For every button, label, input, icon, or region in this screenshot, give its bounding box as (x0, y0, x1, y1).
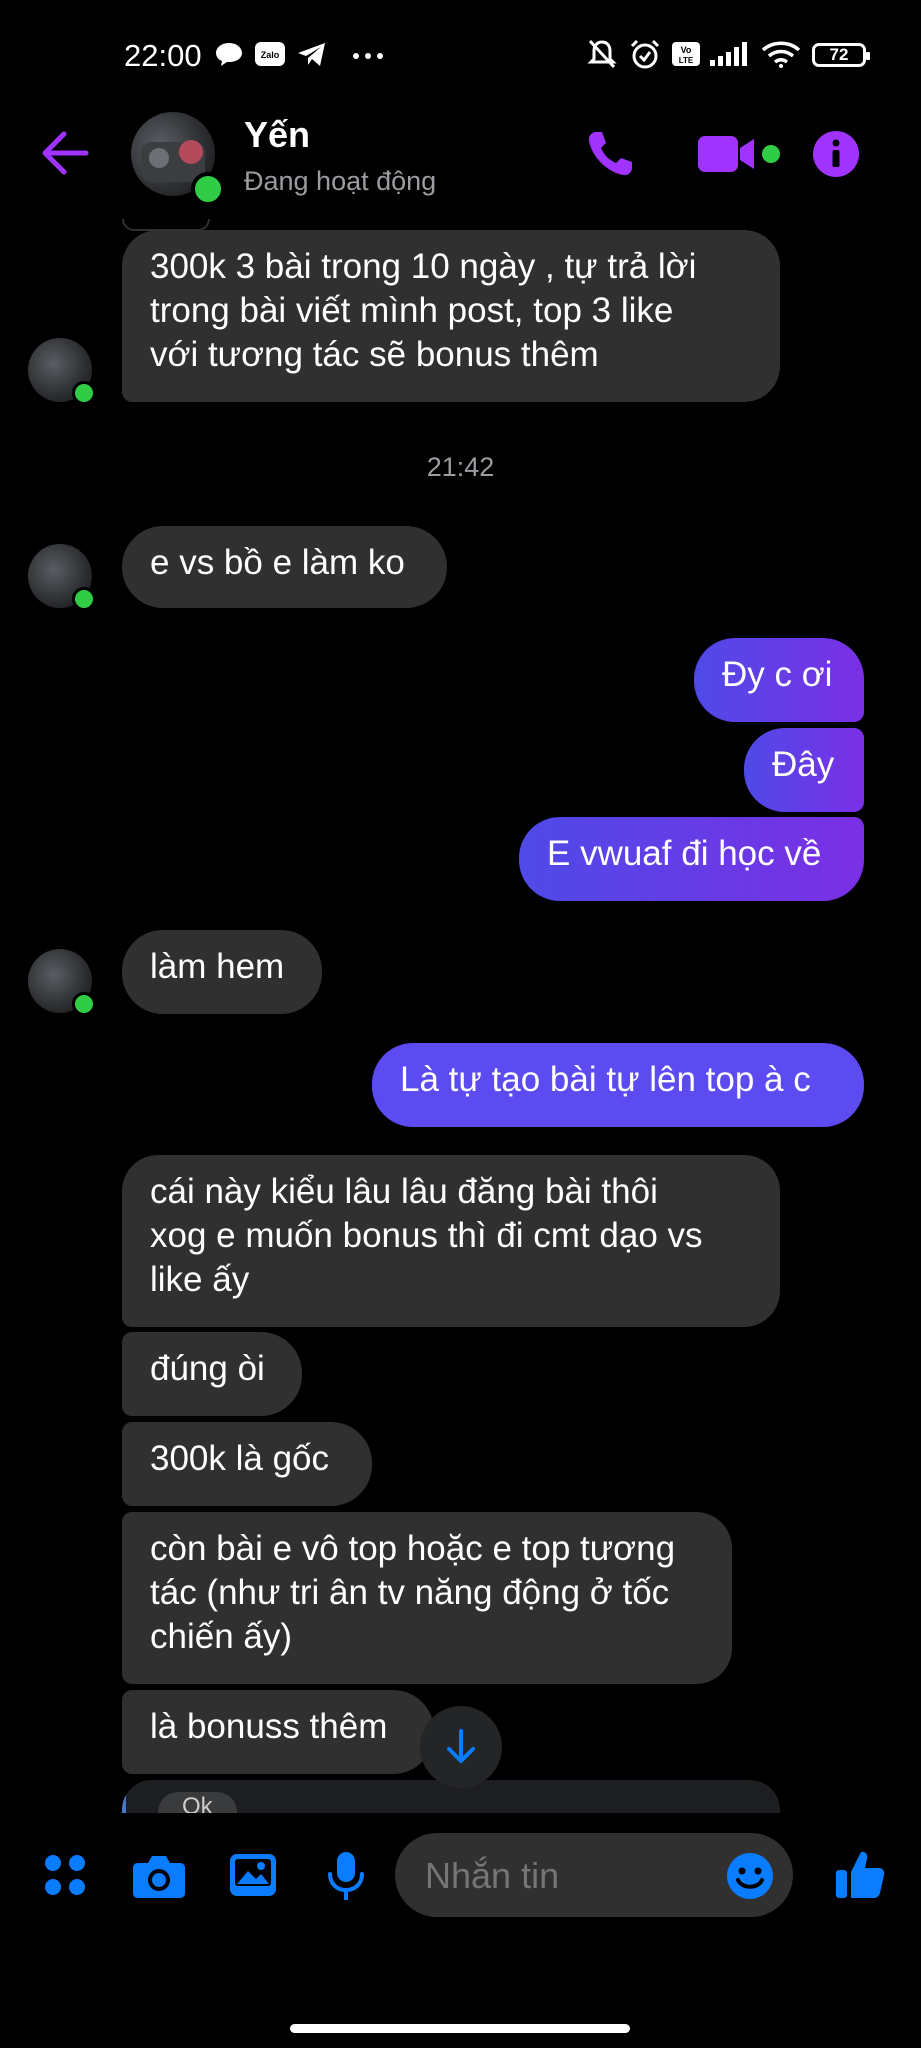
message-bubble-incoming[interactable]: 300k 3 bài trong 10 ngày , tự trả lời tr… (122, 230, 780, 402)
video-call-icon[interactable] (696, 132, 780, 176)
online-indicator (72, 992, 96, 1016)
message-bubble-outgoing[interactable]: E vwuaf đi học về (519, 817, 864, 901)
camera-icon[interactable] (132, 1853, 186, 1899)
message-bubble-outgoing[interactable]: Đây (744, 728, 864, 812)
message-bubble-outgoing[interactable]: Là tự tạo bài tự lên top à c (372, 1043, 864, 1127)
online-indicator (72, 587, 96, 611)
message-bubble-incoming[interactable]: làm hem (122, 930, 322, 1014)
message-input[interactable] (423, 1833, 727, 1919)
volte-icon: Vo LTE (672, 42, 700, 66)
contact-status: Đang hoạt động (244, 166, 437, 196)
arrow-down-icon (447, 1729, 475, 1763)
info-icon[interactable] (812, 130, 860, 178)
emoji-icon[interactable] (726, 1852, 774, 1900)
message-bubble-incoming[interactable]: đúng òi (122, 1332, 302, 1416)
home-indicator[interactable] (290, 2024, 630, 2033)
svg-text:LTE: LTE (679, 56, 694, 65)
svg-text:Zalo: Zalo (261, 50, 280, 60)
online-indicator (191, 172, 225, 206)
message-bubble-incoming[interactable]: cái này kiểu lâu lâu đăng bài thôi xog e… (122, 1155, 780, 1327)
microphone-icon[interactable] (326, 1850, 366, 1902)
thumbs-up-icon[interactable] (834, 1848, 886, 1900)
wifi-icon (761, 41, 801, 68)
back-arrow-icon[interactable] (40, 130, 90, 176)
phone-call-icon[interactable] (584, 128, 636, 180)
gallery-icon[interactable] (228, 1852, 278, 1898)
more-dots-icon (353, 53, 383, 59)
svg-text:Vo: Vo (681, 45, 692, 55)
message-bubble-incoming[interactable]: là bonuss thêm (122, 1690, 434, 1774)
telegram-icon (298, 43, 325, 66)
message-bubble-incoming[interactable]: còn bài e vô top hoặc e top tương tác (n… (122, 1512, 732, 1684)
online-indicator (72, 381, 96, 405)
message-bubble-incoming[interactable]: 300k là gốc (122, 1422, 372, 1506)
scroll-to-bottom-button[interactable] (420, 1706, 502, 1788)
contact-name[interactable]: Yến (244, 114, 310, 156)
message-bubble-outgoing[interactable]: Đy c ơi (694, 638, 864, 722)
alarm-icon (630, 39, 660, 69)
mute-bell-icon (587, 39, 617, 69)
zalo-icon: Zalo (255, 42, 285, 66)
apps-grid-icon[interactable] (42, 1852, 88, 1898)
battery-icon: 72 (812, 43, 870, 67)
signal-icon (710, 42, 747, 66)
status-time: 22:00 (124, 38, 202, 73)
quoted-text: Ok (158, 1792, 237, 1813)
chat-bubble-icon (216, 43, 242, 66)
message-timestamp: 21:42 (426, 452, 495, 482)
message-bubble-incoming[interactable]: e vs bồ e làm ko (122, 526, 447, 608)
message-composer[interactable] (395, 1833, 793, 1919)
